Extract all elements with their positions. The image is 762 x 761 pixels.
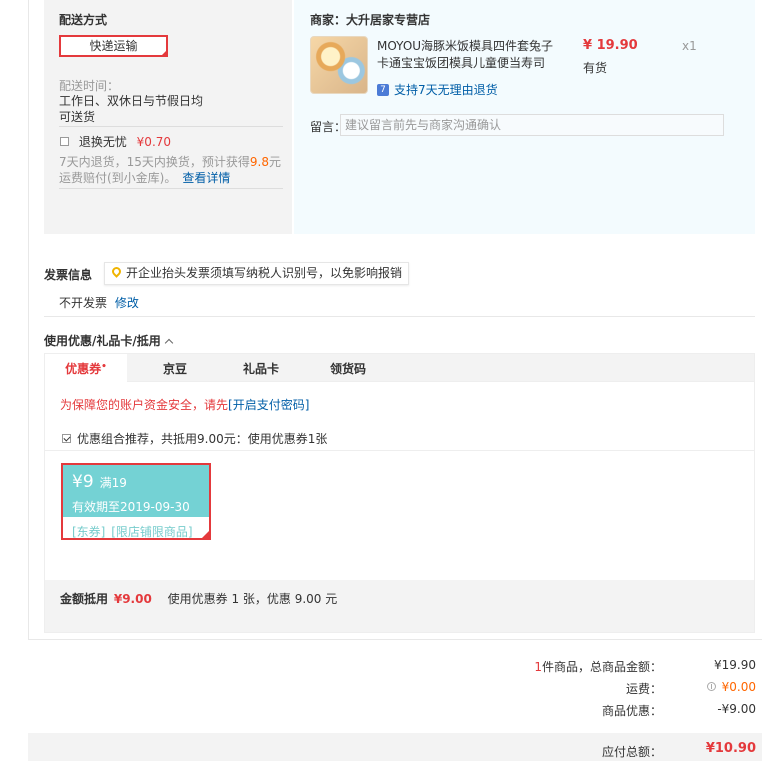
shipping-method-label: 快递运输 bbox=[89, 39, 138, 53]
invoice-edit-link[interactable]: 修改 bbox=[115, 296, 139, 310]
insurance-desc-suffix: 元 bbox=[269, 155, 282, 169]
summary-amount: ¥9.00 bbox=[113, 592, 152, 606]
product-thumbnail[interactable] bbox=[310, 36, 368, 94]
insurance-details-link[interactable]: 查看详情 bbox=[182, 171, 230, 185]
delivery-time-line2: 可送货 bbox=[59, 110, 96, 124]
invoice-status-text: 不开发票 bbox=[59, 296, 108, 310]
tab-giftcard[interactable]: 礼品卡 bbox=[233, 354, 289, 382]
product-quantity: x1 bbox=[682, 39, 697, 53]
summary-label: 金额抵用 bbox=[60, 592, 109, 606]
payable-bar: 应付总额： ¥10.90 bbox=[28, 733, 762, 761]
invoice-title: 发票信息 bbox=[44, 268, 93, 282]
insurance-label: 退换无忧 bbox=[78, 135, 127, 149]
discount-toggle[interactable]: 使用优惠/礼品卡/抵用 bbox=[44, 332, 174, 349]
invoice-tip-text: 开企业抬头发票须填写纳税人识别号，以免影响报销 bbox=[126, 266, 403, 280]
delivery-time-line1: 工作日、双休日与节假日均 bbox=[59, 94, 204, 108]
recommend-text: 优惠组合推荐，共抵用9.00元：使用优惠券1张 bbox=[77, 432, 328, 446]
coupon-validity: 有效期至2019-09-30 bbox=[72, 500, 190, 514]
delivery-time-label: 配送时间： bbox=[59, 79, 120, 93]
return-policy-icon: 7 bbox=[377, 83, 389, 96]
invoice-tip: 开企业抬头发票须填写纳税人识别号，以免影响报销 bbox=[104, 262, 409, 285]
insurance-desc-text: 7天内退货，15天内换货，预计获得 bbox=[59, 155, 250, 169]
discount-tabs: 优惠券• 京豆 礼品卡 领货码 bbox=[45, 354, 754, 383]
info-icon[interactable] bbox=[706, 682, 716, 691]
insurance-option[interactable]: 退换无忧 ¥0.70 bbox=[60, 133, 171, 150]
divider bbox=[59, 126, 283, 127]
coupon-header: ¥9 满19 有效期至2019-09-30 bbox=[63, 465, 209, 517]
items-count: 1 bbox=[534, 660, 542, 674]
tab-redeem-code-label: 领货码 bbox=[329, 362, 366, 376]
payable-label: 应付总额： bbox=[601, 745, 662, 759]
divider bbox=[59, 188, 283, 189]
remark-input[interactable]: 建议留言前先与商家沟通确认 bbox=[340, 114, 724, 136]
coupon-tags: [东券] [限店铺限商品] bbox=[72, 523, 193, 540]
insurance-points: 9.8 bbox=[249, 155, 269, 169]
discount-title: 使用优惠/礼品卡/抵用 bbox=[44, 334, 161, 348]
items-count-suffix: 件商品，总商品金额： bbox=[541, 660, 662, 674]
insurance-checkbox[interactable] bbox=[60, 137, 69, 146]
shipping-title: 配送方式 bbox=[59, 13, 108, 27]
recommend-checkbox[interactable] bbox=[62, 434, 71, 443]
freight-value: ¥0.00 bbox=[706, 680, 756, 694]
return-policy-text: 支持7天无理由退货 bbox=[394, 83, 498, 97]
product-name-line1: MOYOU海豚米饭模具四件套兔子 bbox=[377, 39, 554, 53]
recommend-option[interactable]: 优惠组合推荐，共抵用9.00元：使用优惠券1张 bbox=[62, 430, 327, 447]
tab-giftcard-label: 礼品卡 bbox=[242, 362, 279, 376]
tab-redeem-code[interactable]: 领货码 bbox=[320, 354, 376, 382]
enable-pay-password-link[interactable]: [开启支付密码] bbox=[228, 398, 309, 412]
coupon-tag-dong: [东券] bbox=[72, 525, 106, 539]
goods-amount: ¥19.90 bbox=[714, 658, 756, 672]
promo-amount: -¥9.00 bbox=[717, 702, 756, 716]
product-name-line2: 卡通宝宝饭团模具儿童便当寿司 bbox=[377, 56, 546, 70]
shop-title: 商家：大升居家专营店 bbox=[310, 13, 431, 27]
summary-desc: 使用优惠券 1 张，优惠 9.00 元 bbox=[167, 592, 338, 606]
tab-coupon[interactable]: 优惠券• bbox=[45, 354, 127, 383]
divider bbox=[44, 316, 755, 317]
product-name-link[interactable]: MOYOU海豚米饭模具四件套兔子 卡通宝宝饭团模具儿童便当寿司 bbox=[377, 38, 553, 72]
tab-marker: • bbox=[101, 362, 107, 372]
coupon-card[interactable]: ¥9 满19 有效期至2019-09-30 [东券] [限店铺限商品] bbox=[61, 463, 211, 540]
insurance-price: ¥0.70 bbox=[136, 135, 172, 149]
tab-jingdou[interactable]: 京豆 bbox=[149, 354, 201, 382]
product-stock: 有货 bbox=[583, 61, 608, 75]
divider bbox=[45, 450, 754, 451]
delivery-time-value: 工作日、双休日与节假日均 可送货 bbox=[59, 93, 203, 125]
tab-coupon-label: 优惠券 bbox=[65, 362, 102, 376]
coupon-condition: 满19 bbox=[99, 476, 127, 490]
freight-label: 运费： bbox=[625, 682, 662, 696]
insurance-desc-text2: 运费赔付(到小金库)。 bbox=[59, 171, 177, 185]
tab-jingdou-label: 京豆 bbox=[162, 362, 187, 376]
items-count-label: 1件商品，总商品金额： bbox=[534, 658, 662, 675]
coupon-tag-scope: [限店铺限商品] bbox=[111, 525, 193, 539]
return-policy: 7 支持7天无理由退货 bbox=[377, 81, 498, 98]
tip-pin-icon bbox=[110, 265, 123, 278]
security-notice: 为保障您的账户资金安全，请先[开启支付密码] bbox=[60, 396, 309, 413]
chevron-up-icon bbox=[164, 338, 174, 348]
selected-corner-icon bbox=[160, 49, 168, 57]
coupon-selected-check-icon bbox=[200, 529, 211, 540]
insurance-description: 7天内退货，15天内换货，预计获得9.8元 运费赔付(到小金库)。 查看详情 bbox=[59, 154, 281, 186]
product-price: ¥ 19.90 bbox=[583, 38, 638, 53]
security-notice-text: 为保障您的账户资金安全，请先 bbox=[60, 398, 229, 412]
payable-amount: ¥10.90 bbox=[705, 741, 756, 756]
invoice-status: 不开发票 修改 bbox=[59, 294, 139, 311]
coupon-amount: ¥9 bbox=[72, 472, 94, 492]
discount-summary: 金额抵用 ¥9.00 使用优惠券 1 张，优惠 9.00 元 bbox=[45, 580, 754, 632]
promo-label: 商品优惠： bbox=[601, 704, 662, 718]
shipping-method-button[interactable]: 快递运输 bbox=[59, 35, 168, 57]
freight-amount: ¥0.00 bbox=[721, 680, 756, 694]
